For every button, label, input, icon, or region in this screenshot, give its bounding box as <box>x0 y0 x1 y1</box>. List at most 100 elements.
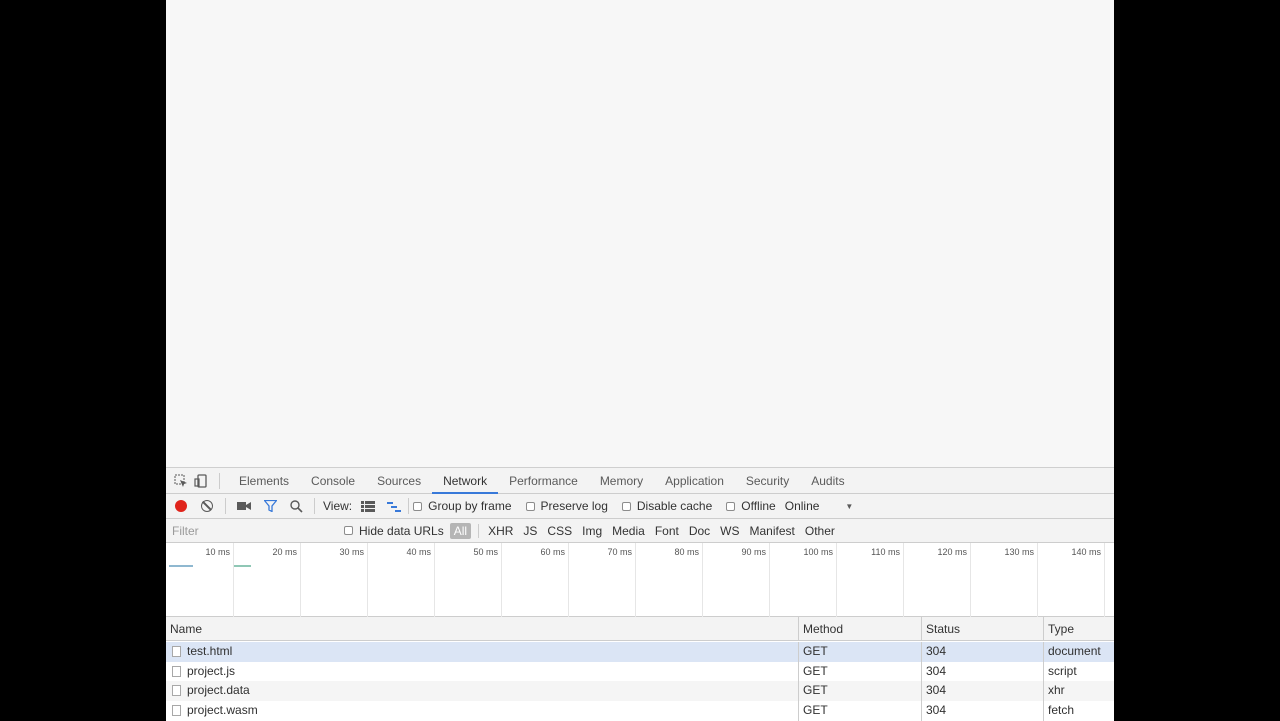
timeline-gridline <box>1104 543 1105 617</box>
cell-name: project.js <box>187 663 236 678</box>
cell-method: GET <box>803 663 828 678</box>
disable-cache-checkbox[interactable]: Disable cache <box>621 499 713 513</box>
record-button[interactable] <box>171 496 191 516</box>
search-icon <box>289 499 303 513</box>
table-row[interactable]: project.js GET 304 script <box>166 662 1114 682</box>
type-filter-doc[interactable]: Doc <box>685 523 714 539</box>
checkbox-icon <box>621 501 631 511</box>
large-rows-button[interactable] <box>358 496 378 516</box>
name-column-header[interactable]: Name <box>166 617 798 641</box>
timeline-gridline <box>501 543 502 617</box>
preserve-log-checkbox[interactable]: Preserve log <box>525 499 608 513</box>
filter-input[interactable] <box>166 521 330 540</box>
status-column-header[interactable]: Status <box>922 617 1044 641</box>
type-column-header[interactable]: Type <box>1044 617 1114 641</box>
table-row[interactable]: test.html GET 304 document <box>166 642 1114 662</box>
search-button[interactable] <box>286 496 306 516</box>
resource-type-filters: All XHR JS CSS Img Media Font Doc WS Manifest Othe… <box>449 522 841 539</box>
timeline-gridline <box>300 543 301 617</box>
tab-elements[interactable]: Elements <box>228 468 300 494</box>
timeline-tick-label: 70 ms <box>607 547 632 557</box>
timeline-tick-label: 50 ms <box>473 547 498 557</box>
type-filter-manifest[interactable]: Manifest <box>746 523 799 539</box>
inspect-element-icon[interactable] <box>171 471 191 491</box>
file-icon <box>172 685 181 696</box>
tab-security[interactable]: Security <box>735 468 800 494</box>
cell-method: GET <box>803 683 828 697</box>
view-label: View: <box>323 499 353 513</box>
device-toolbar-icon[interactable] <box>191 471 211 491</box>
timeline-tick-label: 110 ms <box>871 547 900 557</box>
type-filter-ws[interactable]: WS <box>716 523 743 539</box>
tab-sources[interactable]: Sources <box>366 468 432 494</box>
tab-performance[interactable]: Performance <box>498 468 589 494</box>
tab-application[interactable]: Application <box>654 468 735 494</box>
timeline-gridline <box>434 543 435 617</box>
timeline-tick-label: 60 ms <box>540 547 565 557</box>
overview-toggle-button[interactable] <box>384 496 404 516</box>
type-filter-xhr[interactable]: XHR <box>484 523 517 539</box>
hide-data-urls-label: Hide data URLs <box>359 523 444 538</box>
type-filter-img[interactable]: Img <box>578 523 606 539</box>
timeline-gridline <box>702 543 703 617</box>
tab-memory[interactable]: Memory <box>589 468 654 494</box>
cell-status: 304 <box>926 663 947 678</box>
overview-bar <box>169 565 193 567</box>
offline-label: Offline <box>741 499 776 513</box>
tab-network[interactable]: Network <box>432 468 499 494</box>
type-filter-other[interactable]: Other <box>801 523 839 539</box>
type-filter-js[interactable]: JS <box>519 523 541 539</box>
cell-method: GET <box>803 644 828 658</box>
method-column-header[interactable]: Method <box>799 617 921 641</box>
cell-name: project.data <box>187 683 250 697</box>
checkbox-icon <box>726 501 736 511</box>
preserve-log-label: Preserve log <box>540 499 608 513</box>
devtools-tabbar: Elements Console Sources Network Performance… <box>166 468 1114 494</box>
clear-button[interactable] <box>197 496 217 516</box>
cell-status: 304 <box>926 702 947 717</box>
disable-cache-label: Disable cache <box>636 499 713 513</box>
cell-name: project.wasm <box>187 702 258 717</box>
capture-screenshots-button[interactable] <box>234 496 254 516</box>
timeline-tick-label: 90 ms <box>741 547 766 557</box>
timeline-gridline <box>233 543 234 617</box>
filter-icon <box>263 500 277 512</box>
cell-type: script <box>1048 663 1077 678</box>
timeline-tick-label: 140 ms <box>1071 547 1101 557</box>
devtools-tabs: Elements Console Sources Network Performance… <box>228 468 856 494</box>
tab-audits[interactable]: Audits <box>800 468 855 494</box>
timeline-gridline <box>970 543 971 617</box>
hide-data-urls-checkbox[interactable]: Hide data URLs <box>344 524 444 538</box>
timeline-gridline <box>903 543 904 617</box>
timeline-gridline <box>367 543 368 617</box>
requests-table-body: test.html GET 304 document project.js GET 304 s… <box>166 642 1114 720</box>
filter-toggle-button[interactable] <box>260 496 280 516</box>
type-filter-font[interactable]: Font <box>651 523 683 539</box>
timeline-gridline <box>635 543 636 617</box>
timeline-gridline <box>769 543 770 617</box>
table-row[interactable]: project.data GET 304 xhr <box>166 681 1114 701</box>
timeline-gridline <box>836 543 837 617</box>
timeline-tick-label: 80 ms <box>674 547 699 557</box>
cell-type: document <box>1048 644 1101 658</box>
throttling-select[interactable]: Online ▼ <box>785 499 854 513</box>
offline-checkbox[interactable]: Offline <box>726 499 776 513</box>
timeline-tick-label: 10 ms <box>205 547 230 557</box>
page-viewport <box>166 0 1114 467</box>
type-filter-all[interactable]: All <box>449 522 472 539</box>
group-by-frame-checkbox[interactable]: Group by frame <box>413 499 512 513</box>
file-icon <box>172 646 181 657</box>
list-icon <box>361 500 376 512</box>
type-filter-media[interactable]: Media <box>608 523 649 539</box>
type-filter-css[interactable]: CSS <box>543 523 576 539</box>
requests-table-header: Name Method Status Type <box>166 617 1114 641</box>
network-toolbar: View: Group by frame Preserve log Disabl… <box>166 494 1114 519</box>
overview-bar <box>234 565 251 567</box>
file-icon <box>172 704 181 716</box>
timeline-gridline <box>1037 543 1038 617</box>
tab-console[interactable]: Console <box>300 468 366 494</box>
table-row[interactable]: project.wasm GET 304 fetch <box>166 701 1114 721</box>
clear-icon <box>201 500 213 512</box>
video-camera-icon <box>237 502 251 510</box>
checkbox-icon <box>525 501 535 511</box>
